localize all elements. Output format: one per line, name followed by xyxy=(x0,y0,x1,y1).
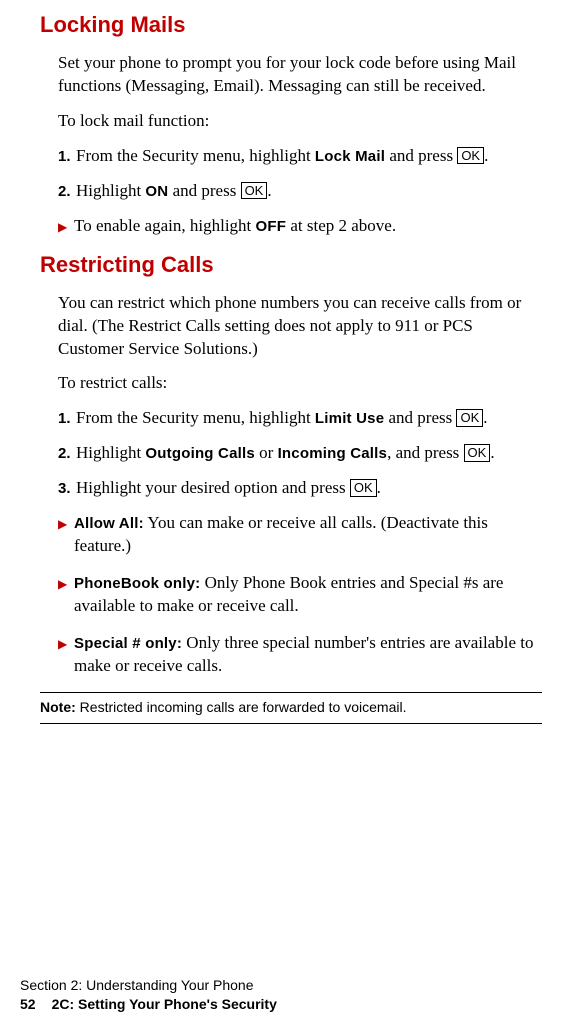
locking-mails-body: Set your phone to prompt you for your lo… xyxy=(58,52,542,238)
step-mid: , and press xyxy=(387,443,463,462)
bullet-post: at step 2 above. xyxy=(286,216,396,235)
bullet-label: Special # only: xyxy=(74,635,182,652)
step-text: Highlight xyxy=(76,443,145,462)
ok-key-icon: OK xyxy=(241,182,268,200)
page-content: Locking Mails Set your phone to prompt y… xyxy=(0,0,562,724)
step-number: 2. xyxy=(58,442,76,465)
step-bold: ON xyxy=(145,183,168,200)
step-text: Highlight your desired option and press xyxy=(76,478,350,497)
note-text: Restricted incoming calls are forwarded … xyxy=(80,699,407,715)
step-text: From the Security menu, highlight xyxy=(76,146,315,165)
step-text: From the Security menu, highlight xyxy=(76,408,315,427)
locking-intro: Set your phone to prompt you for your lo… xyxy=(58,52,542,98)
bullet-label: PhoneBook only: xyxy=(74,575,200,592)
note-rule-top xyxy=(40,692,542,693)
step-post: . xyxy=(483,408,487,427)
note-line: Note: Restricted incoming calls are forw… xyxy=(40,697,542,719)
bullet-pre: To enable again, highlight xyxy=(74,216,256,235)
locking-howto: To lock mail function: xyxy=(58,110,542,133)
restrict-step-1: 1. From the Security menu, highlight Lim… xyxy=(58,407,542,430)
step-body: From the Security menu, highlight Lock M… xyxy=(76,145,542,168)
step-bold: Lock Mail xyxy=(315,148,385,165)
bullet-label: Allow All: xyxy=(74,515,144,532)
bullet-body: Special # only: Only three special numbe… xyxy=(74,632,542,678)
step-body: Highlight ON and press OK. xyxy=(76,180,542,203)
note-label: Note: xyxy=(40,699,80,715)
restrict-bullet-special: ▶ Special # only: Only three special num… xyxy=(58,632,542,678)
step-number: 3. xyxy=(58,477,76,500)
step-bold: Limit Use xyxy=(315,410,384,427)
step-number: 2. xyxy=(58,180,76,203)
triangle-bullet-icon: ▶ xyxy=(58,632,74,678)
step-body: From the Security menu, highlight Limit … xyxy=(76,407,542,430)
ok-key-icon: OK xyxy=(456,409,483,427)
page-footer: Section 2: Understanding Your Phone 52 2C… xyxy=(20,976,277,1015)
footer-chapter-label: 52 2C: Setting Your Phone's Security xyxy=(20,995,277,1015)
ok-key-icon: OK xyxy=(350,479,377,497)
restricting-body: You can restrict which phone numbers you… xyxy=(58,292,542,678)
footer-section-label: Section 2: Understanding Your Phone xyxy=(20,976,277,996)
triangle-bullet-icon: ▶ xyxy=(58,572,74,618)
step-body: Highlight Outgoing Calls or Incoming Cal… xyxy=(76,442,542,465)
bullet-body: To enable again, highlight OFF at step 2… xyxy=(74,215,542,238)
bullet-body: Allow All: You can make or receive all c… xyxy=(74,512,542,558)
step-post: . xyxy=(490,443,494,462)
step-mid: and press xyxy=(168,181,240,200)
restrict-bullet-phonebook: ▶ PhoneBook only: Only Phone Book entrie… xyxy=(58,572,542,618)
triangle-bullet-icon: ▶ xyxy=(58,215,74,238)
note-rule-bottom xyxy=(40,723,542,724)
step-bold2: Incoming Calls xyxy=(278,445,388,462)
page-number: 52 xyxy=(20,995,36,1015)
step-post: . xyxy=(377,478,381,497)
step-number: 1. xyxy=(58,145,76,168)
step-post: . xyxy=(267,181,271,200)
restrict-step-3: 3. Highlight your desired option and pre… xyxy=(58,477,542,500)
step-body: Highlight your desired option and press … xyxy=(76,477,542,500)
triangle-bullet-icon: ▶ xyxy=(58,512,74,558)
step-post: . xyxy=(484,146,488,165)
restrict-bullet-allow-all: ▶ Allow All: You can make or receive all… xyxy=(58,512,542,558)
footer-title: 2C: Setting Your Phone's Security xyxy=(52,996,277,1012)
restrict-step-2: 2. Highlight Outgoing Calls or Incoming … xyxy=(58,442,542,465)
step-text: Highlight xyxy=(76,181,145,200)
step-or: or xyxy=(255,443,278,462)
step-mid: and press xyxy=(384,408,456,427)
step-number: 1. xyxy=(58,407,76,430)
heading-restricting-calls: Restricting Calls xyxy=(40,252,542,278)
locking-bullet: ▶ To enable again, highlight OFF at step… xyxy=(58,215,542,238)
step-bold1: Outgoing Calls xyxy=(145,445,254,462)
bullet-body: PhoneBook only: Only Phone Book entries … xyxy=(74,572,542,618)
locking-step-1: 1. From the Security menu, highlight Loc… xyxy=(58,145,542,168)
bullet-bold: OFF xyxy=(256,218,287,235)
heading-locking-mails: Locking Mails xyxy=(40,12,542,38)
locking-step-2: 2. Highlight ON and press OK. xyxy=(58,180,542,203)
ok-key-icon: OK xyxy=(457,147,484,165)
step-mid: and press xyxy=(385,146,457,165)
ok-key-icon: OK xyxy=(464,444,491,462)
restrict-intro: You can restrict which phone numbers you… xyxy=(58,292,542,361)
restrict-howto: To restrict calls: xyxy=(58,372,542,395)
